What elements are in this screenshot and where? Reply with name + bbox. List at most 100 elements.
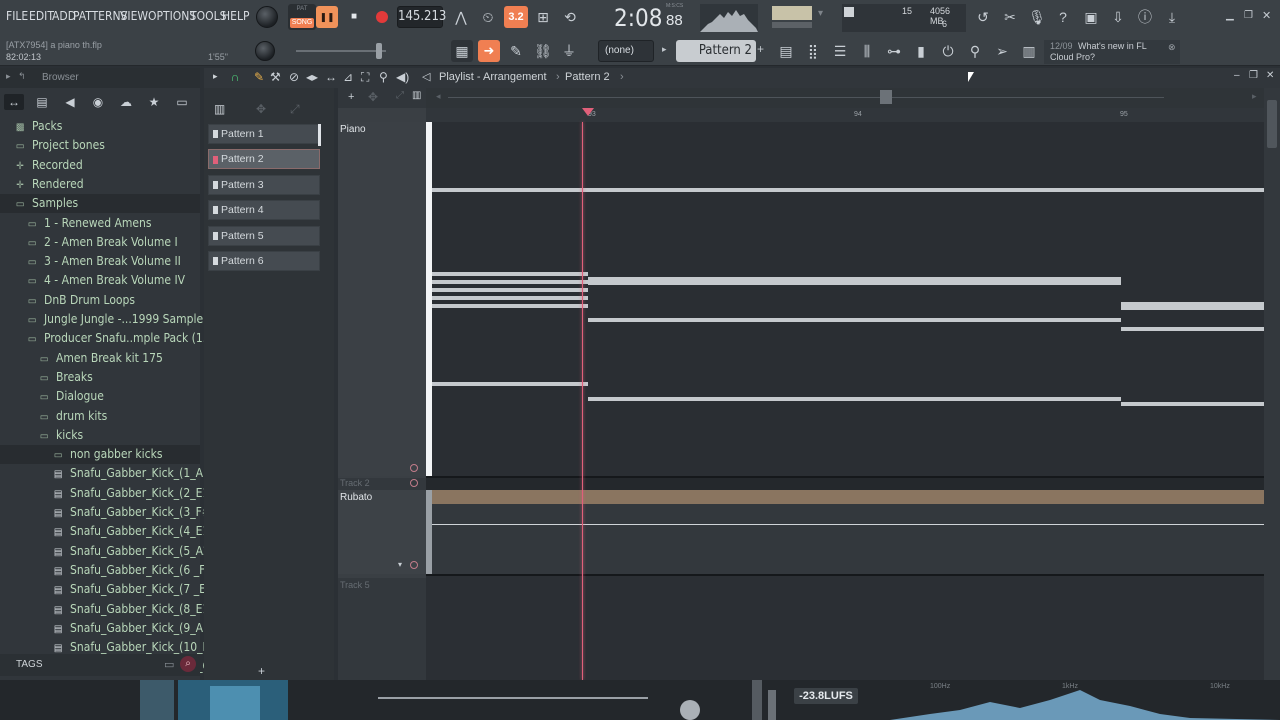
save-icon[interactable]: ▣	[1080, 6, 1102, 28]
song-time-display[interactable]: 2:08 88 M:S:CS	[604, 2, 688, 32]
track-5[interactable]: Track 5	[338, 578, 426, 680]
tempo-display[interactable]: 145.213	[397, 6, 446, 28]
download-icon[interactable]: ⤓	[1161, 6, 1183, 28]
browser-item[interactable]: ▭ Samples	[0, 194, 200, 214]
pattern-item[interactable]: Pattern 5	[208, 225, 320, 246]
playlist-close-icon[interactable]: ✕	[1266, 70, 1274, 81]
pattern-scrollbar[interactable]	[318, 124, 321, 146]
playlist-left-arrow-icon[interactable]: ◁	[422, 70, 430, 83]
delete-tool-icon[interactable]: ⊘	[289, 70, 299, 84]
browser-item[interactable]: ▭ kicks	[0, 426, 200, 445]
browser-speaker-icon[interactable]: ◀	[62, 94, 78, 110]
browser-item[interactable]: ▭ Project bones	[0, 136, 200, 155]
track-piano-icon[interactable]: ▥	[412, 90, 421, 101]
master-volume-knob[interactable]	[256, 6, 278, 28]
track-rubato[interactable]: Rubato ▾	[338, 490, 426, 574]
browser-item[interactable]: ▤ Snafu_Gabber_Kick_(3_F#1)	[0, 503, 222, 522]
track-2[interactable]: Track 2	[338, 478, 426, 490]
browser-plugin-icon[interactable]: ◉	[90, 94, 106, 110]
browser-folder-icon[interactable]: ▭	[174, 94, 190, 110]
playlist-menu-arrow-icon[interactable]: ▸	[213, 71, 218, 82]
track-2-record-icon[interactable]	[410, 479, 418, 487]
browser-item[interactable]: ▤ Snafu_Gabber_Kick_(4_E1)	[0, 522, 214, 541]
browser-item[interactable]: ▭ 1 - Renewed Amens	[0, 214, 200, 233]
plugin-plug-icon[interactable]: ⏻	[937, 40, 959, 62]
stop-button[interactable]: ■	[343, 6, 365, 28]
pause-button[interactable]: ❚❚	[316, 6, 338, 28]
info-icon[interactable]: ⓘ	[1134, 6, 1156, 28]
draw-tool-icon[interactable]: ✎	[505, 40, 527, 62]
browser-item[interactable]: ▤ Snafu_Gabber_Kick_(6 _F3)	[0, 561, 217, 580]
stamp-icon[interactable]: ⏚	[558, 40, 580, 62]
snap-arrow-button[interactable]: ➜	[478, 40, 500, 62]
pat-song-switch[interactable]: PAT SONG	[288, 4, 316, 30]
monitor-options-icon[interactable]: ▾	[818, 8, 834, 24]
playback-tool-icon[interactable]: ◀)	[396, 70, 409, 84]
channel-rack-icon[interactable]: ⣿	[802, 40, 824, 62]
loop-record-icon[interactable]: ⟲	[559, 6, 581, 28]
mixer-icon[interactable]: ☰	[829, 40, 851, 62]
record-button[interactable]	[371, 6, 393, 28]
playlist-overview-bar[interactable]: ◂ ▸	[426, 88, 1264, 108]
undo-icon[interactable]: ↺	[972, 6, 994, 28]
step-edit-button[interactable]: 3.2	[504, 6, 528, 28]
overview-right-arrow-icon[interactable]: ▸	[1252, 91, 1257, 102]
playlist-maximize-icon[interactable]: ❐	[1249, 70, 1258, 81]
piano-roll-icon[interactable]: ▦	[451, 40, 473, 62]
news-close-icon[interactable]: ⊗	[1168, 42, 1176, 53]
zoom-tool-icon[interactable]: ⚲	[379, 70, 388, 84]
browser-item[interactable]: ▭ Producer Snafu..mple Pack (1.9)	[0, 329, 218, 348]
magnet-snap-icon[interactable]: ∩	[228, 70, 242, 84]
playlist-grid[interactable]: ◂ ▸ 93 94 95	[426, 88, 1264, 680]
track-2-lane[interactable]	[426, 478, 1264, 490]
preset-selector[interactable]: (none)	[598, 40, 654, 62]
menu-help[interactable]: HELP	[222, 9, 249, 23]
close-icon[interactable]: ✕	[1262, 9, 1274, 22]
draw-tool-icon[interactable]: ✎	[254, 70, 264, 84]
track-rubato-record-icon[interactable]	[410, 561, 418, 569]
minimize-icon[interactable]: ▁	[1226, 10, 1238, 22]
slice-tool-icon[interactable]: ⊿	[343, 70, 353, 84]
microphone-icon[interactable]: 🎙	[1026, 6, 1048, 28]
browser-item[interactable]: ▭ 2 - Amen Break Volume I	[0, 233, 200, 252]
add-pattern-icon[interactable]: +	[757, 42, 767, 60]
cut-icon[interactable]: ✂	[999, 6, 1021, 28]
link-icon[interactable]: ⛓	[532, 40, 554, 62]
paint-tool-icon[interactable]: ⚒	[270, 70, 281, 84]
browser-back-icon[interactable]: ↰	[18, 71, 26, 82]
tags-label[interactable]: TAGS	[16, 659, 42, 670]
help-icon[interactable]: ?	[1052, 6, 1074, 28]
pattern-item[interactable]: Pattern 3	[208, 174, 320, 195]
master-volume-slider[interactable]	[296, 50, 386, 52]
tempo-tapper-icon[interactable]: ⚲	[964, 40, 986, 62]
add-pattern-plus-icon[interactable]: +	[258, 664, 265, 678]
browser-item[interactable]: ▭ Breaks	[0, 368, 200, 387]
browser-star-icon[interactable]: ★	[146, 94, 162, 110]
project-file-icon[interactable]: ▮	[910, 40, 932, 62]
piano-clip-area[interactable]	[426, 122, 1264, 476]
browser-item[interactable]: ▭ 3 - Amen Break Volume II	[0, 252, 200, 271]
pattern-item[interactable]: Pattern 2	[208, 149, 320, 170]
track-rubato-collapse-icon[interactable]: ▾	[398, 560, 402, 569]
browser-item[interactable]: ▩ Packs	[0, 117, 200, 136]
news-panel[interactable]: 12/09 What's new in FL Cloud Pro? ⊗	[1044, 40, 1180, 64]
browser-all-icon[interactable]: ↔	[4, 94, 24, 110]
menu-edit[interactable]: EDIT	[29, 9, 54, 23]
metronome-icon[interactable]: ⋀	[450, 6, 472, 28]
browser-item[interactable]: ▭ non gabber kicks	[0, 445, 200, 465]
pattern-item[interactable]: Pattern 4	[208, 200, 320, 221]
search-icon[interactable]: ⌕	[180, 656, 196, 672]
browser-item[interactable]: ✛ Rendered	[0, 175, 200, 194]
overview-scroll-handle[interactable]	[880, 90, 892, 104]
browser-item[interactable]: ▤ Snafu_Gabber_Kick_(2_E1)	[0, 484, 214, 503]
menu-view[interactable]: VIEW	[120, 9, 148, 23]
mute-tool-icon[interactable]: ◂▸	[306, 70, 318, 84]
blend-notes-icon[interactable]: ⊞	[532, 6, 554, 28]
pattern-picker-icon[interactable]: ▥	[214, 102, 225, 116]
browser-item[interactable]: ▭ Amen Break kit 175	[0, 349, 200, 368]
send-icon[interactable]: ➢	[991, 40, 1013, 62]
browser-item[interactable]: ▭ DnB Drum Loops	[0, 291, 200, 310]
track-piano-record-icon[interactable]	[410, 464, 418, 472]
select-tool-icon[interactable]: ⛶	[361, 70, 369, 85]
browser-current-project-icon[interactable]: ▤	[34, 94, 50, 110]
